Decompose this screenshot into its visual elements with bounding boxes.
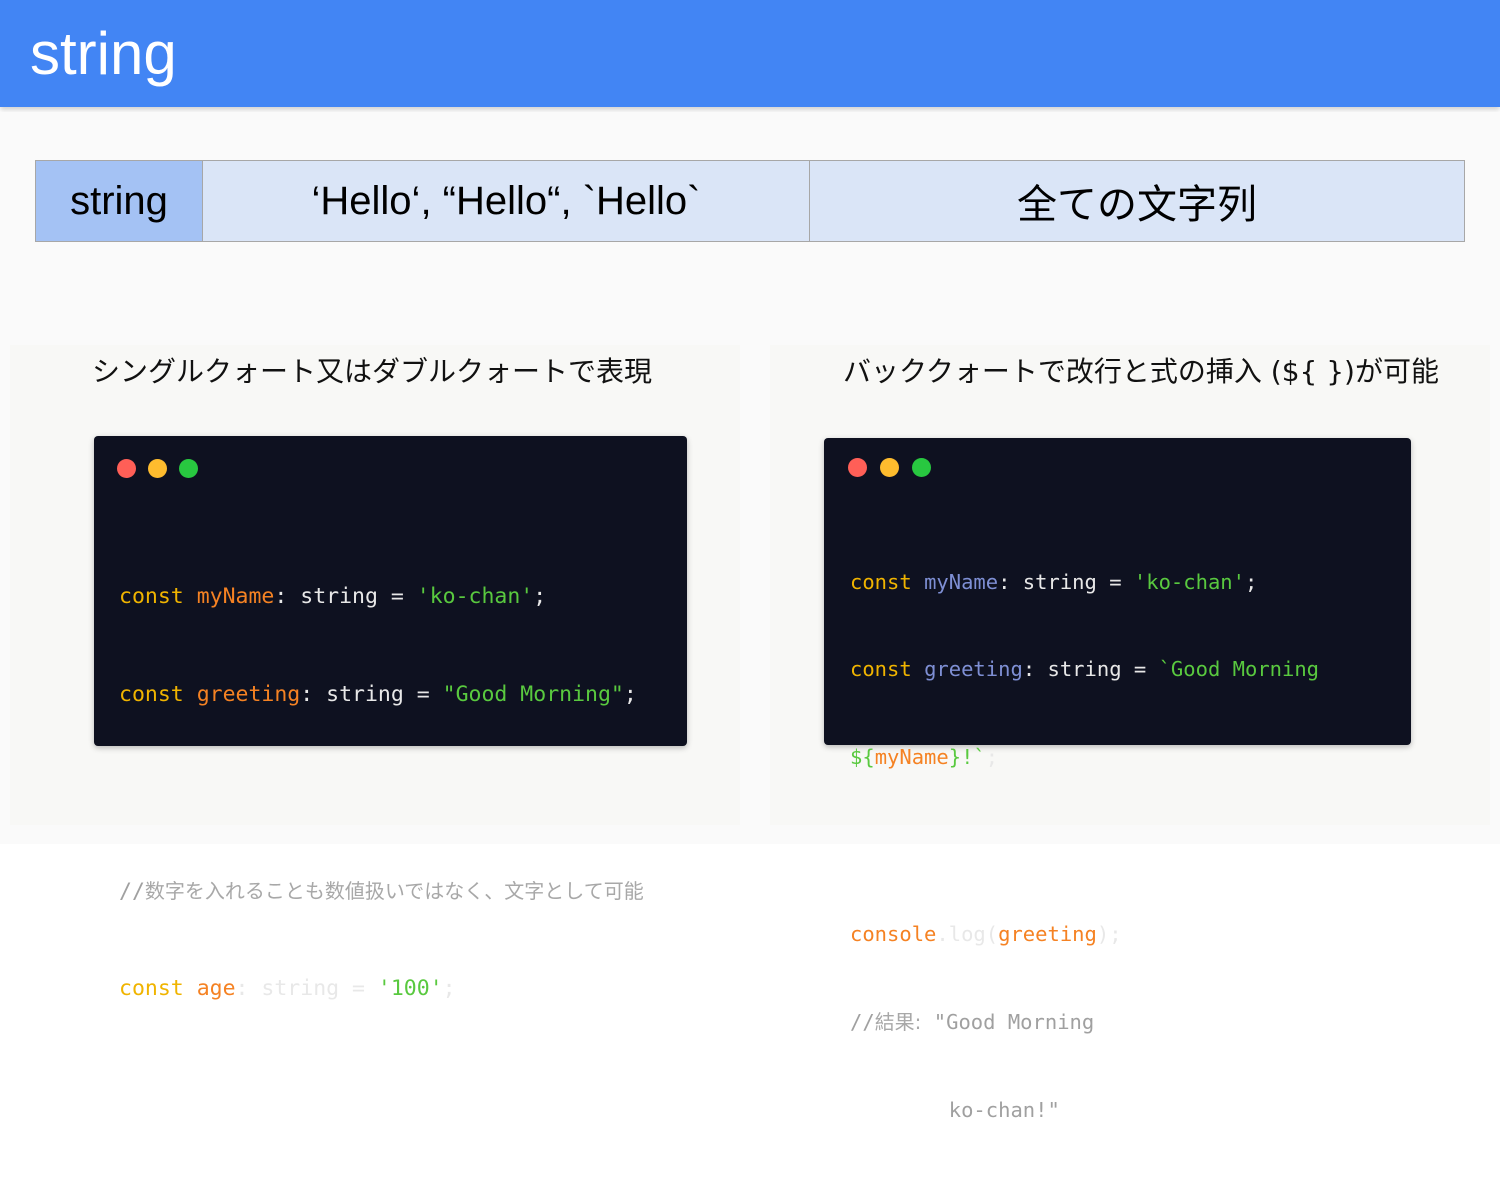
keyword: const: [119, 681, 184, 707]
type-annotation: : string =: [998, 569, 1134, 594]
comment-prefix: //: [850, 1009, 875, 1034]
semicolon: ;: [442, 975, 456, 1001]
code-line: const myName: string = 'ko-chan';: [119, 581, 644, 614]
function-call: log(: [948, 921, 999, 946]
string-literal: 'ko-chan': [1133, 569, 1245, 594]
maximize-dot-icon: [179, 459, 198, 478]
comment-text: 数字を入れることも数値扱いではなく、文字として可能: [144, 879, 644, 903]
type-annotation: : string =: [235, 975, 378, 1001]
close-dot-icon: [848, 458, 867, 477]
type-table: string ‘Hello‘, “Hello“, `Hello` 全ての文字列: [35, 160, 1465, 242]
code-block: const myName: string = 'ko-chan'; const …: [119, 516, 644, 1070]
window-controls: [117, 459, 198, 478]
right-caption: バッククォートで改行と式の挿入 (${ })が可能: [843, 355, 1439, 388]
keyword: const: [850, 569, 912, 594]
semicolon: ;: [985, 745, 999, 770]
slide-title: string: [30, 20, 177, 87]
template-close: }!`: [948, 745, 986, 770]
code-line: const greeting: string = "Good Morning";: [119, 679, 644, 712]
window-controls: [848, 458, 931, 477]
minimize-dot-icon: [880, 458, 899, 477]
string-literal: '100': [377, 975, 443, 1001]
comment-prefix: //: [119, 879, 145, 904]
type-annotation: : string =: [274, 584, 417, 609]
argument: greeting: [998, 921, 1097, 946]
comment-label: 結果:: [874, 1009, 922, 1034]
close-dot-icon: [117, 459, 136, 478]
left-caption: シングルクォート又はダブルクォートで表現: [92, 355, 653, 388]
comment-text: "Good Morning: [921, 1009, 1095, 1034]
type-name-cell: string: [36, 161, 203, 241]
template-literal: `Good Morning: [1158, 657, 1320, 682]
dot: .: [936, 921, 949, 946]
semicolon: ;: [533, 584, 547, 609]
code-comment: ko-chan!": [850, 1096, 1319, 1125]
code-line: const age: string = '100';: [119, 973, 644, 1006]
variable: age: [196, 975, 236, 1001]
variable: myName: [924, 569, 999, 594]
code-window-template-literal: const myName: string = 'ko-chan'; const …: [824, 438, 1411, 1122]
minimize-dot-icon: [148, 459, 167, 478]
code-comment: //数字を入れることも数値扱いではなく、文字として可能: [119, 875, 644, 908]
variable: myName: [196, 584, 275, 609]
semicolon: ;: [623, 681, 637, 707]
slide-header: string: [0, 0, 1500, 107]
variable: greeting: [924, 657, 1023, 682]
keyword: const: [119, 584, 184, 609]
variable: greeting: [196, 681, 301, 707]
code-comment: //結果: "Good Morning: [850, 1008, 1319, 1037]
console-object: console: [850, 921, 937, 946]
template-open: ${: [850, 745, 875, 770]
string-literal: 'ko-chan': [416, 584, 534, 609]
comment-text: ko-chan!": [850, 1097, 1060, 1122]
code-window-quotes: const myName: string = 'ko-chan'; const …: [94, 436, 687, 1001]
code-line: const greeting: string = `Good Morning: [850, 655, 1319, 684]
code-line: const myName: string = 'ko-chan';: [850, 568, 1319, 597]
keyword: const: [850, 657, 912, 682]
call-end: );: [1096, 921, 1122, 946]
type-annotation: : string =: [1022, 657, 1159, 682]
code-line: ${myName}!`;: [850, 743, 1319, 772]
keyword: const: [119, 975, 184, 1001]
maximize-dot-icon: [912, 458, 931, 477]
semicolon: ;: [1244, 569, 1258, 594]
code-block: const myName: string = 'ko-chan'; const …: [850, 509, 1319, 1184]
interpolated-variable: myName: [874, 745, 949, 770]
type-annotation: : string =: [300, 681, 443, 707]
examples-cell: ‘Hello‘, “Hello“, `Hello`: [203, 161, 810, 241]
description-cell: 全ての文字列: [810, 161, 1464, 241]
string-literal: "Good Morning": [442, 681, 624, 707]
code-line: console.log(greeting);: [850, 920, 1319, 949]
